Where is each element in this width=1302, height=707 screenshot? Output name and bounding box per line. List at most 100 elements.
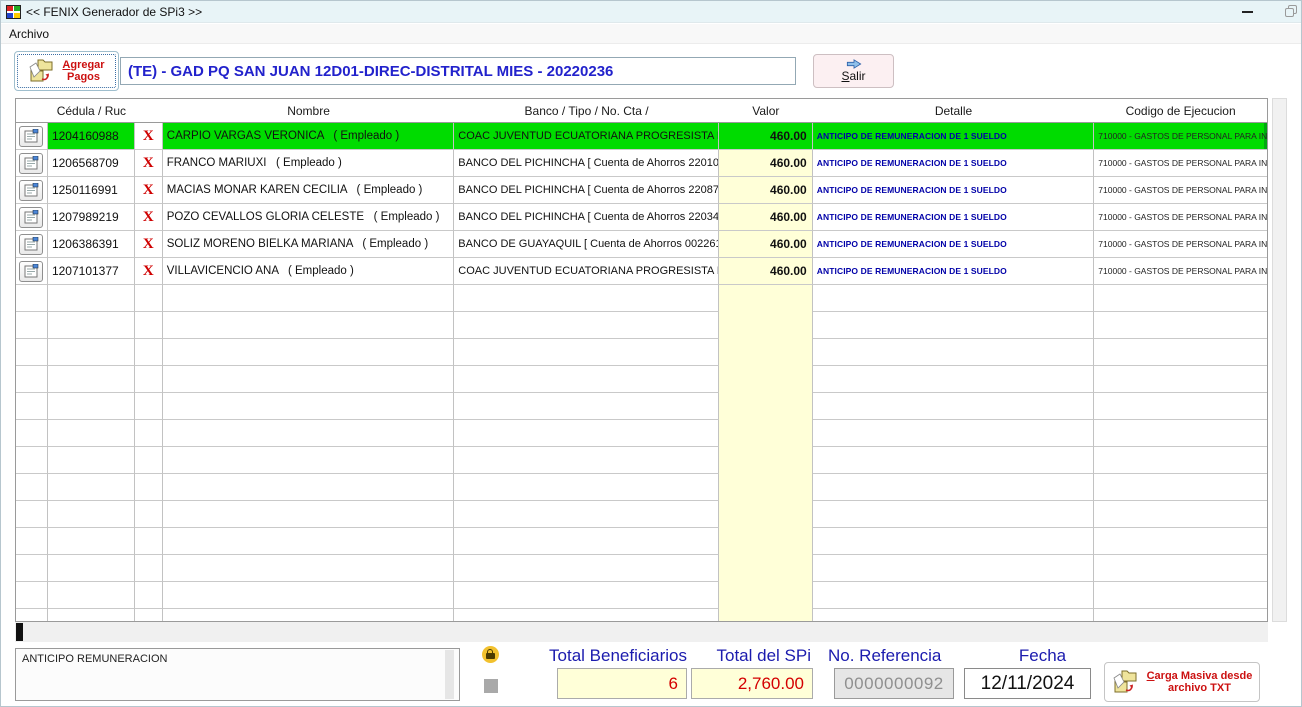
horizontal-scrollbar[interactable] <box>15 622 1268 642</box>
empty-row <box>16 312 1267 339</box>
cell-banco: BANCO DEL PICHINCHA [ Cuenta de Ahorros … <box>454 150 719 177</box>
agregar-pagos-label: Agregar Pagos <box>62 59 104 83</box>
cell-cedula: 1206568709 <box>48 150 135 177</box>
delete-row-button[interactable]: X <box>135 177 163 204</box>
empty-row <box>16 447 1267 474</box>
edit-row-button[interactable] <box>19 153 43 174</box>
cell-banco: COAC JUVENTUD ECUATORIANA PROGRESISTA LT… <box>454 258 719 285</box>
empty-row <box>16 393 1267 420</box>
folders-icon <box>28 57 58 85</box>
edit-form-icon <box>24 129 39 143</box>
carga-masiva-button[interactable]: Carga Masiva desde archivo TXT <box>1104 662 1260 702</box>
cell-cedula: 1207101377 <box>48 258 135 285</box>
edit-row-button[interactable] <box>19 207 43 228</box>
fecha-input[interactable]: 12/11/2024 <box>964 668 1091 699</box>
cell-nombre: FRANCO MARIUXI ( Empleado ) <box>163 150 455 177</box>
header-cedula: Cédula / Ruc <box>48 99 135 123</box>
edit-row-button[interactable] <box>19 261 43 282</box>
table-row: 1207101377 X VILLAVICENCIO ANA ( Emplead… <box>16 258 1267 285</box>
grid-header: Cédula / Ruc Nombre Banco / Tipo / No. C… <box>16 99 1267 123</box>
fenix-window: << FENIX Generador de SPi3 >> Archivo Ag… <box>0 0 1302 707</box>
edit-form-icon <box>24 156 39 170</box>
carga-masiva-label: Carga Masiva desde archivo TXT <box>1147 670 1253 694</box>
total-beneficiarios-label: Total Beneficiarios <box>501 646 687 666</box>
empty-row <box>16 420 1267 447</box>
cell-nombre: VILLAVICENCIO ANA ( Empleado ) <box>163 258 455 285</box>
empty-row <box>16 528 1267 555</box>
cell-valor: 460.00 <box>719 123 813 150</box>
cell-detalle: ANTICIPO DE REMUNERACION DE 1 SUELDO <box>813 258 1095 285</box>
edit-row-button[interactable] <box>19 126 43 147</box>
table-row: 1206568709 X FRANCO MARIUXI ( Empleado )… <box>16 150 1267 177</box>
edit-row-button[interactable] <box>19 180 43 201</box>
cell-codigo: 710000 - GASTOS DE PERSONAL PARA INVERSI <box>1094 204 1267 231</box>
table-row: 1206386391 X SOLIZ MORENO BIELKA MARIANA… <box>16 231 1267 258</box>
cell-banco: BANCO DE GUAYAQUIL [ Cuenta de Ahorros 0… <box>454 231 719 258</box>
cell-valor: 460.00 <box>719 231 813 258</box>
scrollbar-thumb[interactable] <box>16 623 23 641</box>
cell-cedula: 1250116991 <box>48 177 135 204</box>
edit-form-icon <box>24 237 39 251</box>
referencia-label: No. Referencia <box>828 646 941 666</box>
cell-codigo: 710000 - GASTOS DE PERSONAL PARA INVERSI <box>1094 258 1267 285</box>
cell-codigo: 710000 - GASTOS DE PERSONAL PARA INVERSI <box>1094 231 1267 258</box>
salir-button[interactable]: Salir <box>813 54 894 88</box>
menu-archivo[interactable]: Archivo <box>1 25 57 43</box>
empty-row <box>16 582 1267 609</box>
delete-row-button[interactable]: X <box>135 150 163 177</box>
cell-codigo: 710000 - GASTOS DE PERSONAL PARA INVERSI <box>1094 123 1267 150</box>
delete-row-button[interactable]: X <box>135 204 163 231</box>
cell-valor: 460.00 <box>719 258 813 285</box>
empty-row <box>16 501 1267 528</box>
edit-form-icon <box>24 210 39 224</box>
cell-valor: 460.00 <box>719 204 813 231</box>
header-nombre: Nombre <box>163 99 455 123</box>
header-rowbtn <box>16 99 48 123</box>
cell-detalle: ANTICIPO DE REMUNERACION DE 1 SUELDO <box>813 177 1095 204</box>
payments-grid: Cédula / Ruc Nombre Banco / Tipo / No. C… <box>15 98 1268 622</box>
total-spi-label: Total del SPi <box>691 646 811 666</box>
salir-label: Salir <box>841 69 865 83</box>
cell-nombre: POZO CEVALLOS GLORIA CELESTE ( Empleado … <box>163 204 455 231</box>
header-codigo: Codigo de Ejecucion <box>1094 99 1267 123</box>
cell-valor: 460.00 <box>719 177 813 204</box>
cell-valor: 460.00 <box>719 150 813 177</box>
exit-arrow-icon <box>845 59 863 69</box>
titlebar: << FENIX Generador de SPi3 >> <box>1 1 1301 23</box>
memo-scrollbar[interactable] <box>445 650 454 699</box>
table-row: 1204160988 X CARPIO VARGAS VERONICA ( Em… <box>16 123 1267 150</box>
delete-row-button[interactable]: X <box>135 231 163 258</box>
empty-row <box>16 555 1267 582</box>
memo-textarea[interactable]: ANTICIPO REMUNERACION <box>15 648 460 701</box>
edit-row-button[interactable] <box>19 234 43 255</box>
total-spi-value: 2,760.00 <box>691 668 813 699</box>
cell-detalle: ANTICIPO DE REMUNERACION DE 1 SUELDO <box>813 204 1095 231</box>
edit-form-icon <box>24 264 39 278</box>
empty-row <box>16 285 1267 312</box>
cell-nombre: SOLIZ MORENO BIELKA MARIANA ( Empleado ) <box>163 231 455 258</box>
cell-cedula: 1204160988 <box>48 123 135 150</box>
cell-banco: COAC JUVENTUD ECUATORIANA PROGRESISTA LT… <box>454 123 719 150</box>
vertical-scrollbar[interactable] <box>1272 98 1287 622</box>
menubar: Archivo <box>1 24 1301 44</box>
agregar-pagos-button[interactable]: Agregar Pagos <box>14 51 119 91</box>
minimize-button[interactable] <box>1233 1 1261 23</box>
cell-detalle: ANTICIPO DE REMUNERACION DE 1 SUELDO <box>813 150 1095 177</box>
total-beneficiarios-value: 6 <box>557 668 687 699</box>
empty-row <box>16 339 1267 366</box>
cell-cedula: 1206386391 <box>48 231 135 258</box>
table-row: 1207989219 X POZO CEVALLOS GLORIA CELEST… <box>16 204 1267 231</box>
header-banco: Banco / Tipo / No. Cta / <box>454 99 719 123</box>
window-title: << FENIX Generador de SPi3 >> <box>26 5 202 19</box>
header-detalle: Detalle <box>813 99 1095 123</box>
empty-row <box>16 366 1267 393</box>
cell-detalle: ANTICIPO DE REMUNERACION DE 1 SUELDO <box>813 123 1095 150</box>
empty-row <box>16 474 1267 501</box>
edit-form-icon <box>24 183 39 197</box>
restore-button[interactable] <box>1279 1 1302 23</box>
entity-input[interactable]: (TE) - GAD PQ SAN JUAN 12D01-DIREC-DISTR… <box>120 57 796 85</box>
delete-row-button[interactable]: X <box>135 258 163 285</box>
cell-banco: BANCO DEL PICHINCHA [ Cuenta de Ahorros … <box>454 177 719 204</box>
cell-codigo: 710000 - GASTOS DE PERSONAL PARA INVERSI <box>1094 177 1267 204</box>
delete-row-button[interactable]: X <box>135 123 163 150</box>
